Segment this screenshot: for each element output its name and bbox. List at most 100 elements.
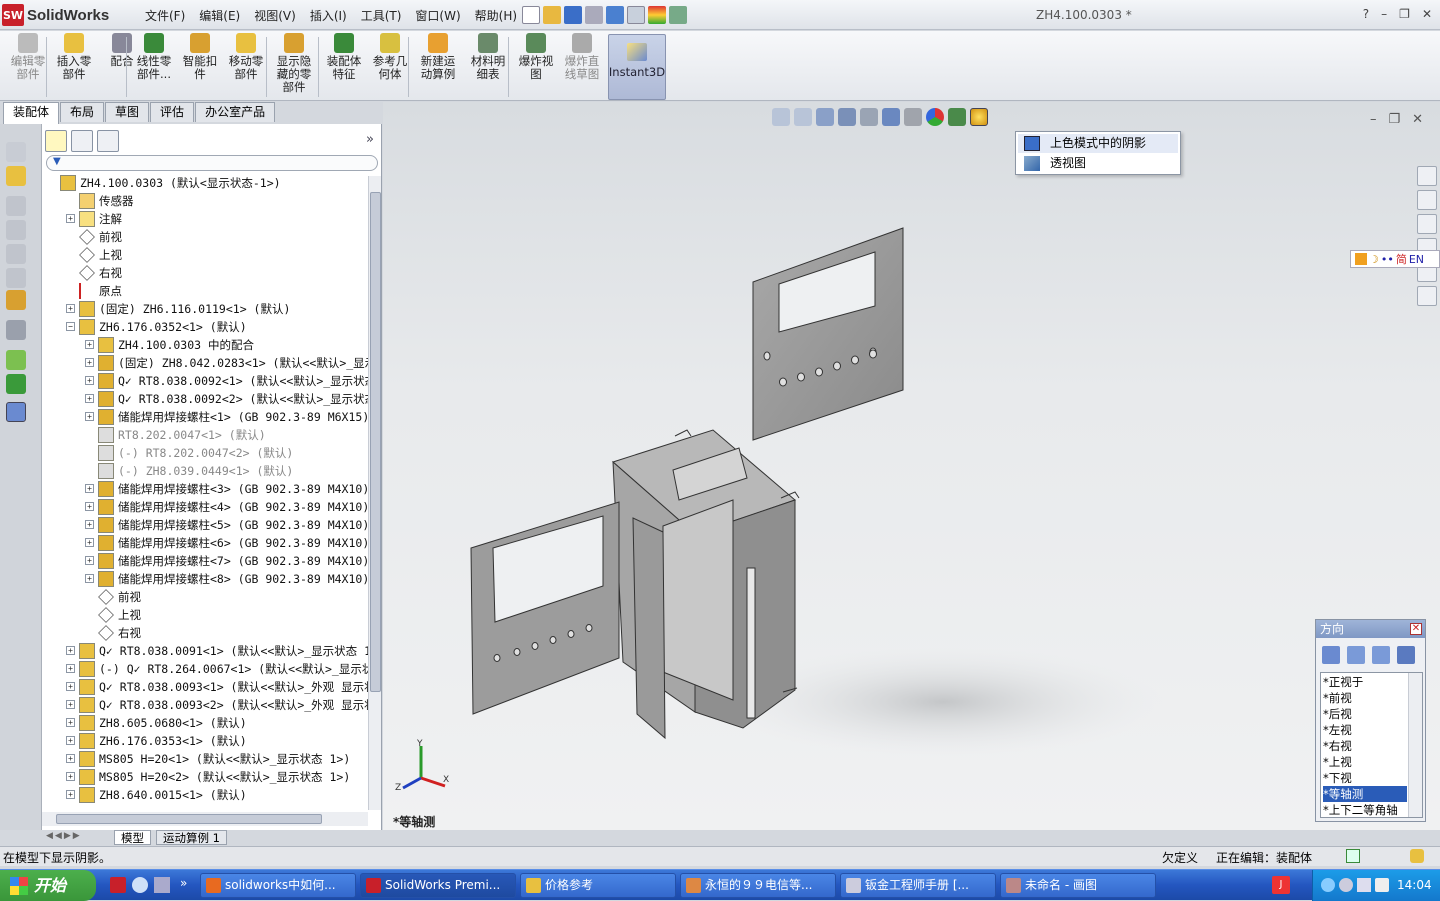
expand-icon[interactable]: + bbox=[85, 394, 94, 403]
cmd-button-10[interactable]: 材料明 细表 bbox=[466, 33, 510, 99]
open-folder-icon[interactable] bbox=[543, 6, 561, 24]
tree-row[interactable]: + MS805 H=20<2> (默认<<默认>_显示状态 1>) bbox=[42, 768, 368, 786]
expand-icon[interactable]: + bbox=[66, 700, 75, 709]
orientation-item[interactable]: *上下二等角轴 bbox=[1323, 802, 1407, 817]
feature-tree-tab-icon[interactable] bbox=[45, 130, 67, 152]
orientation-item[interactable]: *等轴测 bbox=[1323, 786, 1407, 802]
taskbar-item[interactable]: 未命名 - 画图 bbox=[1000, 873, 1156, 898]
ime-lang[interactable]: 简 bbox=[1396, 251, 1407, 267]
tree-row[interactable]: + MS805 H=20<1> (默认<<默认>_显示状态 1>) bbox=[42, 750, 368, 768]
hscroll-thumb[interactable] bbox=[56, 814, 322, 824]
tree-row[interactable]: (-) ZH8.039.0449<1> (默认) bbox=[42, 462, 368, 480]
tree-row[interactable]: + ZH6.176.0353<1> (默认) bbox=[42, 732, 368, 750]
tray-volume-icon[interactable] bbox=[1339, 878, 1353, 892]
cmd-button-9[interactable]: 新建运 动算例 bbox=[416, 33, 460, 99]
shadows-in-shaded-mode-item[interactable]: 上色模式中的阴影 bbox=[1018, 134, 1178, 153]
solidworks-resources-icon[interactable] bbox=[1417, 166, 1437, 186]
expand-icon[interactable]: + bbox=[66, 646, 75, 655]
component-icon[interactable] bbox=[6, 166, 26, 186]
tree-row[interactable]: + Q✓ RT8.038.0092<2> (默认<<默认>_显示状态 1>) bbox=[42, 390, 368, 408]
menu-item-3[interactable]: 插入(I) bbox=[303, 7, 354, 24]
new-view-icon[interactable] bbox=[1322, 646, 1340, 664]
expand-icon[interactable]: + bbox=[66, 736, 75, 745]
tab-1[interactable]: 布局 bbox=[60, 102, 105, 122]
previous-view-icon[interactable] bbox=[816, 108, 834, 126]
expand-icon[interactable]: + bbox=[85, 358, 94, 367]
expand-icon[interactable]: + bbox=[85, 340, 94, 349]
tab-0[interactable]: 装配体 bbox=[3, 102, 60, 124]
cmd-button-0[interactable]: 编辑零 部件 bbox=[6, 33, 50, 99]
help-status-icon[interactable] bbox=[1346, 849, 1360, 863]
mate-tool-icon[interactable] bbox=[6, 350, 26, 370]
expand-icon[interactable]: + bbox=[85, 520, 94, 529]
tree-row[interactable]: + (固定) ZH8.042.0283<1> (默认<<默认>_显示状态 bbox=[42, 354, 368, 372]
display-style-icon[interactable] bbox=[882, 108, 900, 126]
expand-icon[interactable]: + bbox=[85, 412, 94, 421]
graphics-viewport[interactable]: Y X Z bbox=[383, 102, 1440, 830]
orientation-item[interactable]: *下视 bbox=[1323, 770, 1407, 786]
tag-icon[interactable] bbox=[1410, 849, 1424, 863]
file-explorer-icon[interactable] bbox=[1417, 214, 1437, 234]
tab-nav-arrows[interactable]: ◀◀▶▶ bbox=[46, 831, 82, 841]
select-other-icon[interactable] bbox=[6, 142, 26, 162]
undo-icon[interactable] bbox=[606, 6, 624, 24]
perspective-item[interactable]: 透视图 bbox=[1018, 154, 1178, 173]
expand-icon[interactable]: + bbox=[66, 214, 75, 223]
cmd-button-11[interactable]: 爆炸视 图 bbox=[514, 33, 558, 99]
taskbar-item[interactable]: 钣金工程师手册 [... bbox=[840, 873, 996, 898]
solidworks-logo[interactable]: SW SolidWorks bbox=[2, 3, 109, 27]
tab-4[interactable]: 办公室产品 bbox=[195, 102, 276, 122]
tree-row[interactable]: + ZH4.100.0303 中的配合 bbox=[42, 336, 368, 354]
property-manager-tab-icon[interactable] bbox=[71, 130, 93, 152]
viewport-minimize-button[interactable]: – bbox=[1370, 112, 1377, 127]
scroll-thumb[interactable] bbox=[370, 192, 381, 692]
tree-horizontal-scrollbar[interactable] bbox=[42, 812, 368, 826]
tree-row[interactable]: + ZH8.605.0680<1> (默认) bbox=[42, 714, 368, 732]
menu-item-5[interactable]: 窗口(W) bbox=[408, 7, 467, 24]
expand-icon[interactable]: + bbox=[66, 718, 75, 727]
expand-icon[interactable]: + bbox=[85, 556, 94, 565]
tree-row[interactable]: + Q✓ RT8.038.0092<1> (默认<<默认>_显示状态 1>) bbox=[42, 372, 368, 390]
tree-row[interactable]: (-) RT8.202.0047<2> (默认) bbox=[42, 444, 368, 462]
tree-row[interactable]: + 储能焊用焊接螺柱<7> (GB 902.3-89 M4X10) bbox=[42, 552, 368, 570]
cmd-button-3[interactable]: 线性零 部件... bbox=[132, 33, 176, 99]
smart-mate-icon[interactable] bbox=[6, 374, 26, 394]
cmd-button-1[interactable]: 插入零 部件 bbox=[52, 33, 96, 99]
expand-icon[interactable]: + bbox=[85, 574, 94, 583]
tree-row[interactable]: + Q✓ RT8.038.0093<2> (默认<<默认>_外观 显示状态>) bbox=[42, 696, 368, 714]
viewport-close-button[interactable]: ✕ bbox=[1412, 112, 1423, 127]
cmd-button-4[interactable]: 智能扣 件 bbox=[178, 33, 222, 99]
expand-icon[interactable]: + bbox=[85, 502, 94, 511]
pattern-icon[interactable] bbox=[6, 320, 26, 340]
ime-en[interactable]: EN bbox=[1409, 253, 1424, 266]
tree-row[interactable]: 右视 bbox=[42, 624, 368, 642]
help-icon[interactable]: ? bbox=[1363, 7, 1369, 21]
transparency-icon[interactable] bbox=[6, 220, 26, 240]
cmd-button-8[interactable]: 参考几 何体 bbox=[368, 33, 412, 99]
minimize-button[interactable]: – bbox=[1381, 7, 1387, 21]
quicklaunch-desktop-icon[interactable] bbox=[154, 877, 170, 893]
tree-row[interactable]: ZH4.100.0303 (默认<显示状态-1>) bbox=[42, 174, 368, 192]
save-icon[interactable] bbox=[564, 6, 582, 24]
tree-row[interactable]: 上视 bbox=[42, 246, 368, 264]
expand-icon[interactable]: + bbox=[66, 790, 75, 799]
cmd-button-5[interactable]: 移动零 部件 bbox=[224, 33, 268, 99]
tree-row[interactable]: 前视 bbox=[42, 228, 368, 246]
tree-row[interactable]: 前视 bbox=[42, 588, 368, 606]
tree-row[interactable]: + (固定) ZH6.116.0119<1> (默认) bbox=[42, 300, 368, 318]
expand-icon[interactable]: + bbox=[66, 682, 75, 691]
expand-icon[interactable]: + bbox=[66, 772, 75, 781]
instant3d-side-icon[interactable] bbox=[6, 402, 26, 422]
orientation-item[interactable]: *后视 bbox=[1323, 706, 1407, 722]
expand-panel-icon[interactable]: » bbox=[366, 132, 374, 147]
ime-toolbar[interactable]: ☽ •• 简 EN bbox=[1350, 250, 1440, 268]
cmd-button-7[interactable]: 装配体 特征 bbox=[322, 33, 366, 99]
collapse-icon[interactable]: − bbox=[66, 322, 75, 331]
isolate-icon[interactable] bbox=[6, 244, 26, 264]
orientation-item[interactable]: *右视 bbox=[1323, 738, 1407, 754]
view-orientation-icon[interactable] bbox=[860, 108, 878, 126]
tree-filter-field[interactable]: ▼ bbox=[46, 155, 378, 171]
orientation-close-button[interactable]: ✕ bbox=[1410, 623, 1422, 635]
edit-appearance-icon[interactable] bbox=[926, 108, 944, 126]
tray-shield-icon[interactable] bbox=[1357, 878, 1371, 892]
